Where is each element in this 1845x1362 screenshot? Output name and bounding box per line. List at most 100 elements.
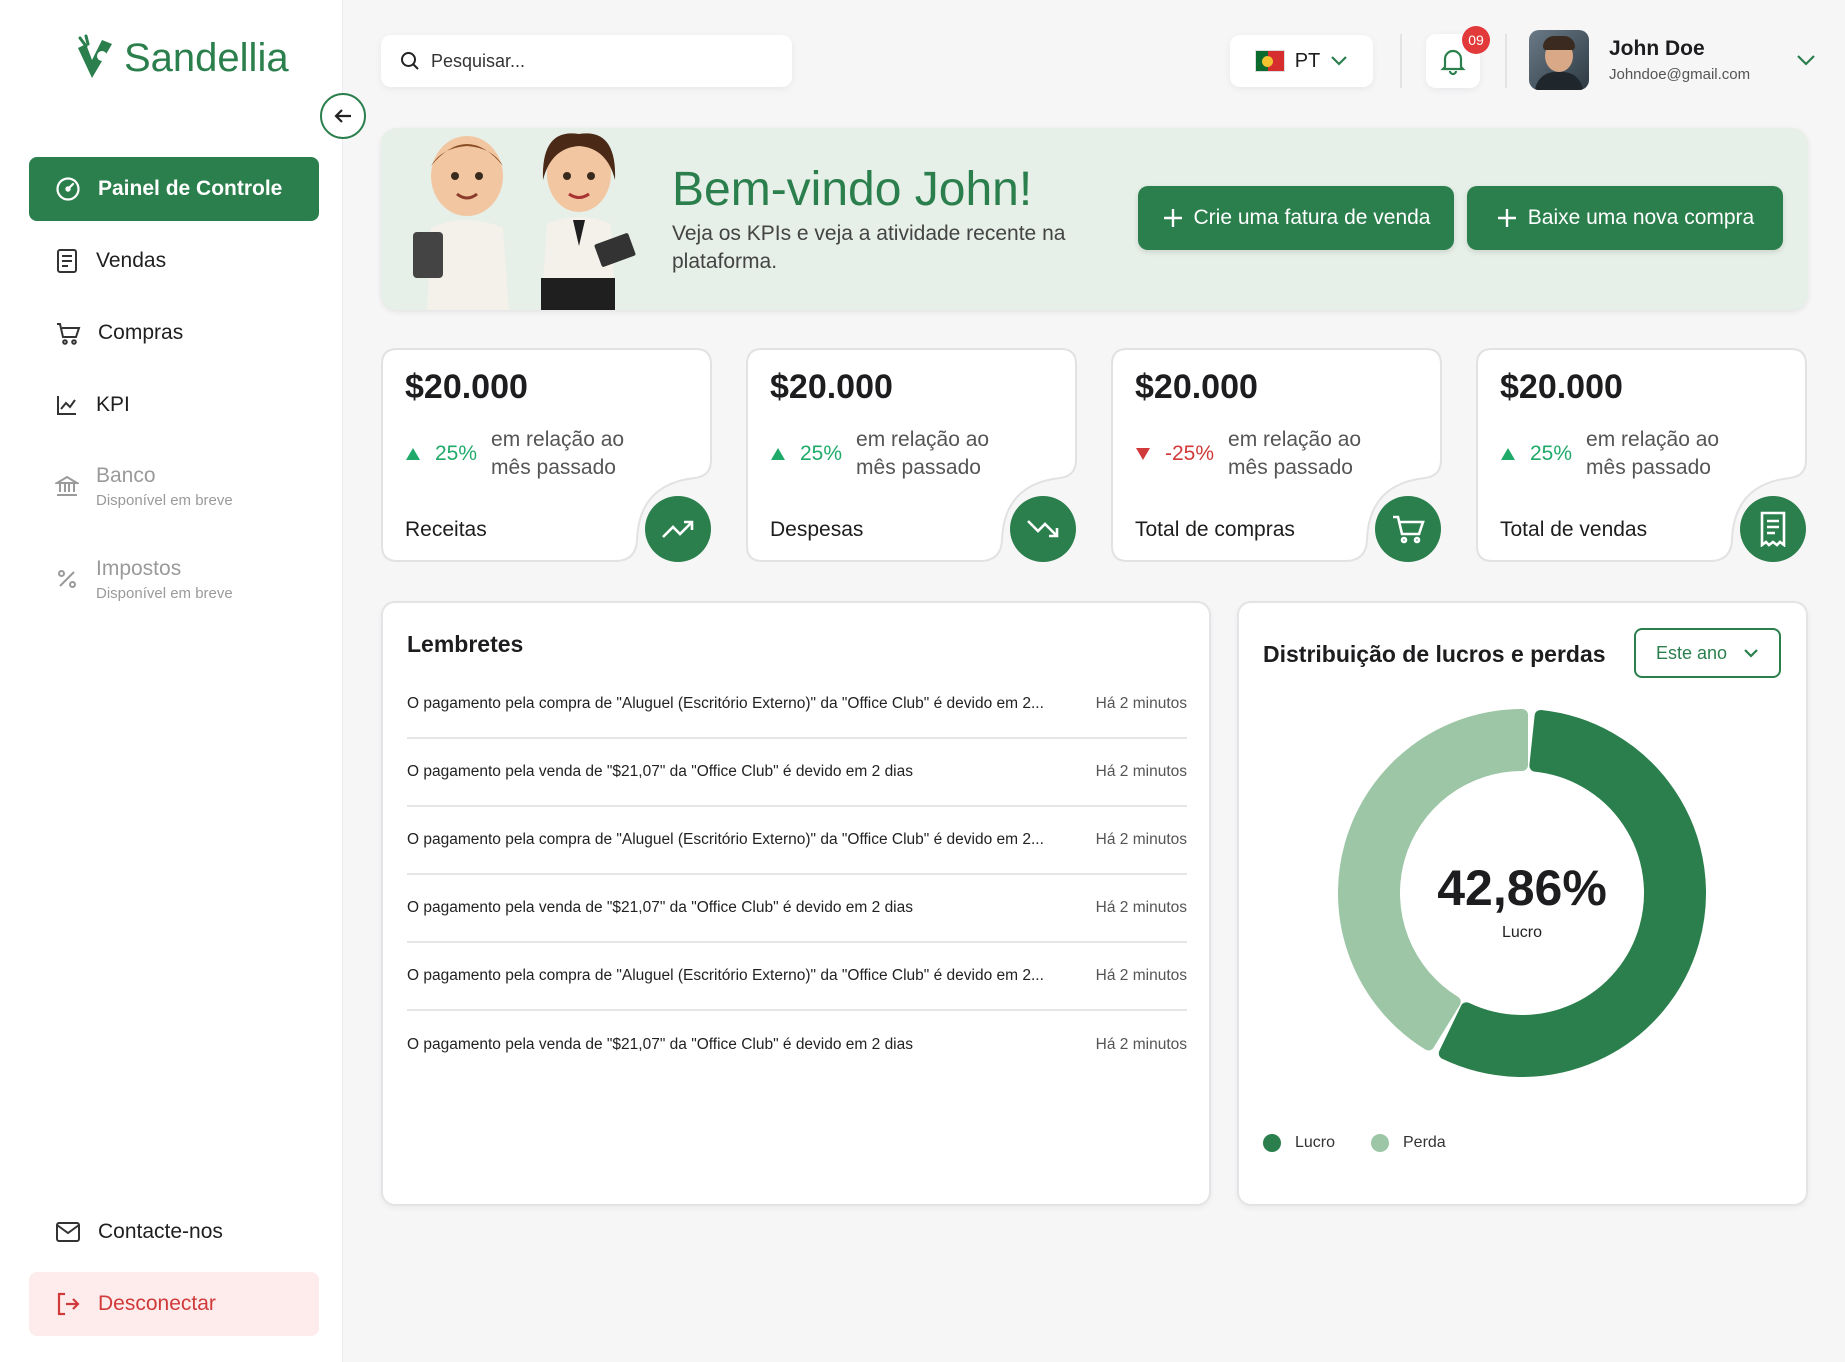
plus-icon	[1497, 209, 1516, 227]
kpi-icon-button[interactable]	[1010, 496, 1076, 562]
kpi-label: Despesas	[770, 518, 864, 541]
reminder-time: Há 2 minutos	[1095, 967, 1187, 984]
sidebar-item-label: Vendas	[96, 249, 167, 272]
search-input[interactable]	[431, 50, 771, 72]
list-item[interactable]: O pagamento pela venda de "$21,07" da "O…	[407, 739, 1187, 807]
kpi-note: em relação ao mês passado	[856, 428, 990, 479]
kpi-trend: -25% em relação ao mês passado	[1135, 426, 1378, 482]
sidebar-item-compras[interactable]: Compras	[29, 301, 319, 365]
list-item[interactable]: O pagamento pela compra de "Aluguel (Esc…	[407, 807, 1187, 875]
kpi-note: em relação ao mês passado	[491, 428, 625, 479]
profit-loss-title: Distribuição de lucros e perdas	[1263, 641, 1606, 667]
legend-item-perda: Perda	[1371, 1134, 1446, 1152]
profit-loss-donut-chart: 42,86% Lucro	[1338, 709, 1706, 1077]
percent-icon	[58, 570, 76, 588]
kpi-label: Total de compras	[1135, 518, 1295, 541]
language-code: PT	[1294, 49, 1321, 72]
language-selector[interactable]: PT	[1230, 35, 1373, 87]
list-item[interactable]: O pagamento pela compra de "Aluguel (Esc…	[407, 943, 1187, 1011]
kpi-icon-button[interactable]	[1740, 496, 1806, 562]
kpi-percent: -25%	[1165, 442, 1215, 465]
receipt-icon	[57, 249, 77, 273]
sidebar-item-vendas[interactable]: Vendas	[29, 229, 319, 293]
sidebar-item-sublabel: Disponível em breve	[96, 491, 233, 509]
list-item[interactable]: O pagamento pela venda de "$21,07" da "O…	[407, 1011, 1187, 1079]
cart-icon	[1393, 515, 1425, 544]
sidebar-item-kpi[interactable]: KPI	[29, 373, 319, 437]
bank-icon	[55, 475, 79, 496]
kpi-trend: 25% em relação ao mês passado	[770, 426, 1006, 482]
brand-logo[interactable]: Sandellia	[72, 34, 289, 82]
reminder-time: Há 2 minutos	[1095, 695, 1187, 712]
create-invoice-label: Crie uma fatura de venda	[1193, 206, 1431, 229]
avatar	[1529, 30, 1589, 90]
donut-center-value: 42,86%	[1437, 860, 1607, 916]
kpi-card-receitas: $20.000 25% em relação ao mês passado Re…	[381, 348, 712, 562]
kpi-card-total-compras: $20.000 -25% em relação ao mês passado T…	[1111, 348, 1442, 562]
legend-swatch	[1263, 1134, 1281, 1152]
donut-center-label: Lucro	[1502, 924, 1542, 941]
upload-purchase-button[interactable]: Baixe uma nova compra	[1467, 186, 1783, 250]
mascots-illustration	[413, 133, 636, 310]
logout-icon	[57, 1292, 80, 1316]
dashboard-gauge-icon	[56, 177, 80, 201]
list-item[interactable]: O pagamento pela compra de "Aluguel (Esc…	[407, 671, 1187, 739]
sidebar-item-label: KPI	[96, 393, 130, 416]
arrow-down-icon	[1136, 448, 1150, 460]
list-item[interactable]: O pagamento pela venda de "$21,07" da "O…	[407, 875, 1187, 943]
portugal-flag-icon	[1254, 50, 1285, 72]
arrow-up-icon	[771, 448, 785, 460]
period-select[interactable]: Este ano	[1634, 628, 1781, 678]
plus-icon	[1163, 209, 1182, 227]
chevron-down-icon	[1331, 56, 1348, 66]
kpi-percent: 25%	[435, 442, 478, 465]
welcome-banner: Bem-vindo John! Veja os KPIs e veja a at…	[381, 128, 1808, 310]
mail-icon	[56, 1222, 80, 1242]
trending-down-icon	[1027, 520, 1059, 538]
logout-button[interactable]: Desconectar	[29, 1272, 319, 1336]
kpi-value: $20.000	[1500, 368, 1623, 406]
upload-purchase-label: Baixe uma nova compra	[1527, 206, 1755, 229]
kpi-trend: 25% em relação ao mês passado	[405, 426, 641, 482]
kpi-value: $20.000	[405, 368, 528, 406]
chevron-down-icon	[1744, 649, 1758, 658]
contact-label: Contacte-nos	[98, 1220, 223, 1243]
reminders-list: O pagamento pela compra de "Aluguel (Esc…	[383, 671, 1213, 1075]
legend-label: Lucro	[1295, 1134, 1336, 1151]
sandellia-logo-icon	[78, 34, 112, 78]
user-menu[interactable]: John Doe Johndoe@gmail.com	[1529, 30, 1816, 90]
reminder-text: O pagamento pela compra de "Aluguel (Esc…	[407, 967, 1044, 984]
search-box[interactable]	[381, 35, 792, 87]
kpi-note: em relação ao mês passado	[1586, 428, 1720, 479]
welcome-title: Bem-vindo John!	[672, 163, 1033, 216]
kpi-value: $20.000	[1135, 368, 1258, 406]
reminder-text: O pagamento pela venda de "$21,07" da "O…	[407, 1036, 913, 1053]
sidebar: Sandellia Painel de Controle Vendas Comp…	[0, 0, 343, 1362]
reminder-text: O pagamento pela compra de "Aluguel (Esc…	[407, 831, 1044, 848]
create-sales-invoice-button[interactable]: Crie uma fatura de venda	[1138, 186, 1454, 250]
reminders-title: Lembretes	[407, 631, 524, 657]
reminder-text: O pagamento pela venda de "$21,07" da "O…	[407, 899, 913, 916]
sidebar-item-dashboard[interactable]: Painel de Controle	[29, 157, 319, 221]
search-icon	[401, 52, 419, 70]
reminder-time: Há 2 minutos	[1095, 1036, 1187, 1053]
reminder-time: Há 2 minutos	[1095, 763, 1187, 780]
line-chart-icon	[57, 396, 76, 415]
kpi-icon-button[interactable]	[1375, 496, 1441, 562]
kpi-label: Receitas	[405, 518, 487, 541]
sidebar-item-impostos: Impostos Disponível em breve	[29, 543, 319, 615]
collapse-sidebar-button[interactable]	[320, 93, 366, 139]
legend-label: Perda	[1403, 1134, 1446, 1151]
contact-link[interactable]: Contacte-nos	[29, 1200, 319, 1264]
kpi-label: Total de vendas	[1500, 518, 1648, 541]
sidebar-item-label: Banco	[96, 463, 156, 487]
logout-label: Desconectar	[98, 1292, 216, 1315]
kpi-icon-button[interactable]	[645, 496, 711, 562]
reminder-text: O pagamento pela compra de "Aluguel (Esc…	[407, 695, 1044, 712]
sidebar-item-sublabel: Disponível em breve	[96, 584, 233, 602]
trending-up-icon	[662, 520, 694, 538]
legend-item-lucro: Lucro	[1263, 1134, 1335, 1152]
welcome-subtitle: Veja os KPIs e veja a atividade recente …	[672, 222, 1066, 273]
arrow-up-icon	[1501, 448, 1515, 460]
divider	[1400, 34, 1402, 88]
